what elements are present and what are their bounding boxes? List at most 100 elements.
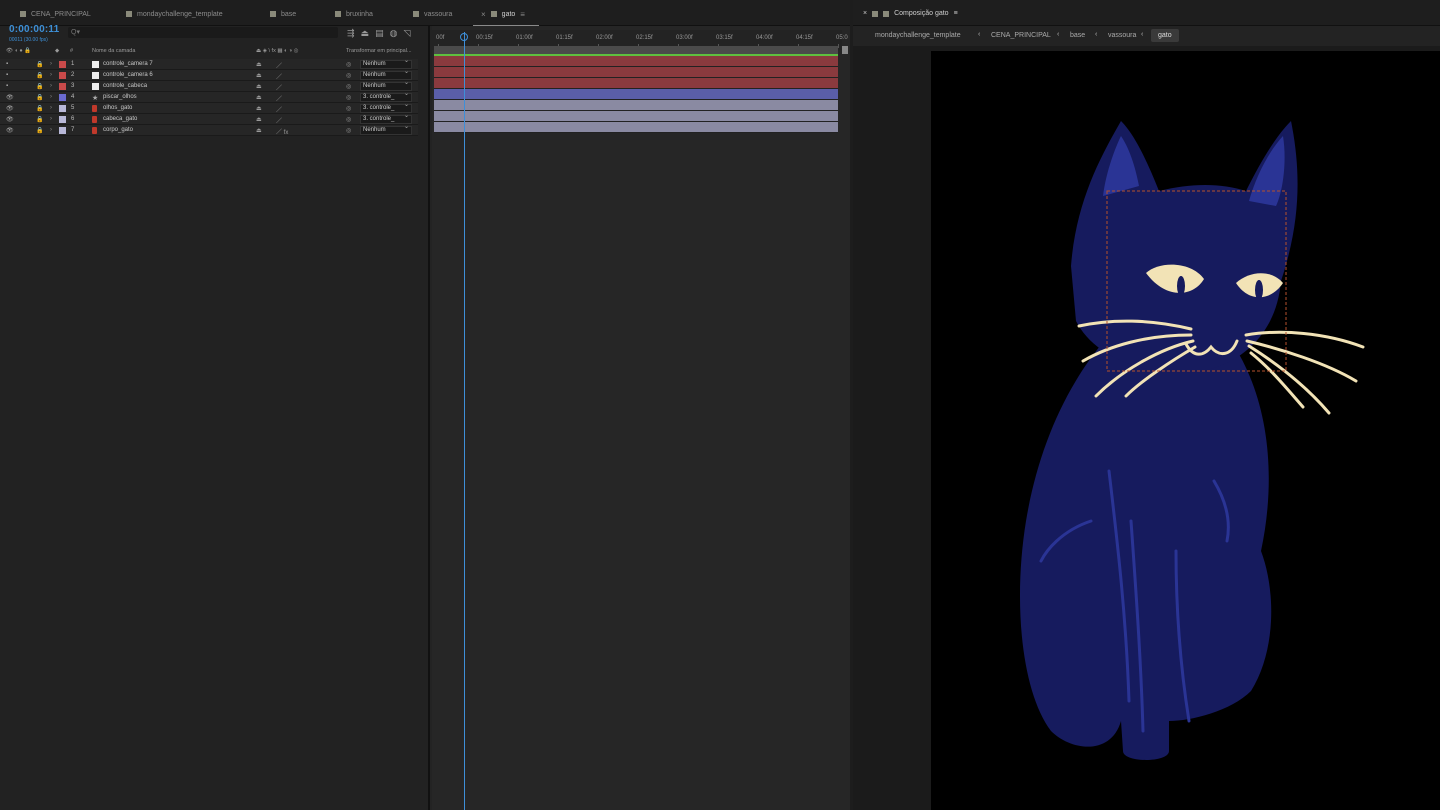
layer-name[interactable]: piscar_olhos [103,94,137,100]
tab-bruxinha[interactable]: bruxinha [335,7,373,21]
tab-base[interactable]: base [270,7,296,21]
layer-name[interactable]: olhos_gato [103,105,132,111]
layer-name[interactable]: controle_cabeca [103,83,147,89]
tab-mondaychallenge-template[interactable]: mondaychallenge_template [126,7,223,21]
lock-icon[interactable]: 🔒 [36,83,43,90]
layer-row[interactable]: 👁 🔒 › 5 olhos_gato ⏏ ／ ◎ 3. controle_ [0,102,418,114]
layer-duration-bar[interactable] [434,89,838,100]
graph-editor-icon[interactable]: ◹ [403,28,410,39]
lock-icon[interactable]: 🔒 [36,72,43,79]
current-time-indicator[interactable] [464,32,465,810]
chevron-right-icon[interactable]: › [50,116,52,122]
layer-row[interactable]: 👁 🔒 › 6 cabeca_gato ⏏ ／ ◎ 3. controle_ [0,113,418,125]
eye-icon[interactable]: 👁 [6,116,14,123]
work-area-bar[interactable] [434,46,838,54]
shy-switch-icon[interactable]: ⏏ [256,127,262,134]
eye-icon[interactable]: 👁 [6,94,14,101]
layer-name[interactable]: corpo_gato [103,127,133,133]
parent-select[interactable]: Nenhum [360,69,412,80]
tab-gato[interactable]: × gato ≡ [473,7,539,27]
eye-icon[interactable]: 👁 [6,127,14,134]
layer-row[interactable]: 👁 🔒 › 7 corpo_gato ⏏ ／ fx ◎ Nenhum [0,124,418,136]
label-color-swatch[interactable] [59,61,66,68]
lock-icon[interactable]: 🔒 [36,94,43,101]
pick-whip-icon[interactable]: ◎ [346,94,351,101]
layer-name-header[interactable]: Nome da camada [92,48,135,54]
layer-row[interactable]: ▪ 🔒 › 1 controle_camera 7 ⏏ ／ ◎ Nenhum [0,58,418,70]
pick-whip-icon[interactable]: ◎ [346,61,351,68]
lock-icon[interactable]: 🔒 [36,61,43,68]
eye-icon[interactable]: ▪ [6,83,8,89]
tab-composicao-gato[interactable]: × Composição gato ≡ [863,10,958,17]
parent-select[interactable]: Nenhum [360,124,412,135]
tab-cena-principal[interactable]: CENA_PRINCIPAL [20,7,91,21]
collapse-switch-icon[interactable]: ／ fx [276,127,288,136]
composition-canvas[interactable] [931,51,1440,810]
tab-vassoura[interactable]: vassoura [413,7,452,21]
collapse-switch-icon[interactable]: ／ [276,116,282,125]
chevron-right-icon[interactable]: › [50,61,52,67]
layer-duration-bar[interactable] [434,122,838,133]
chevron-right-icon[interactable]: › [50,72,52,78]
collapse-switch-icon[interactable]: ／ [276,61,282,70]
layer-search-input[interactable]: Q▾ [68,27,338,38]
layer-name[interactable]: controle_camera 7 [103,61,153,67]
playhead-handle-icon[interactable] [460,33,468,41]
close-icon[interactable]: × [863,10,867,17]
motion-blur-icon[interactable]: ◍ [390,28,398,39]
layer-name[interactable]: controle_camera 6 [103,72,153,78]
composition-viewer[interactable] [853,46,1440,810]
parent-select[interactable]: 3. controle_ [360,102,412,113]
pick-whip-icon[interactable]: ◎ [346,105,351,112]
pick-whip-icon[interactable]: ◎ [346,72,351,79]
parent-select[interactable]: Nenhum [360,58,412,69]
chevron-right-icon[interactable]: › [50,127,52,133]
shy-switch-icon[interactable]: ⏏ [256,83,262,90]
comp-mini-flowchart-icon[interactable]: ⇶ [347,28,355,39]
shy-switch-icon[interactable]: ⏏ [256,116,262,123]
collapse-switch-icon[interactable]: ／ [276,105,282,114]
current-timecode[interactable]: 0:00:00:11 [9,24,59,35]
layer-duration-bar[interactable] [434,111,838,122]
collapse-switch-icon[interactable]: ／ [276,83,282,92]
eye-icon[interactable]: ▪ [6,72,8,78]
layer-row[interactable]: ▪ 🔒 › 3 controle_cabeca ⏏ ／ ◎ Nenhum [0,80,418,92]
close-icon[interactable]: × [481,10,486,19]
label-color-swatch[interactable] [59,83,66,90]
chevron-right-icon[interactable]: › [50,105,52,111]
layer-duration-bar[interactable] [434,67,838,78]
label-color-swatch[interactable] [59,72,66,79]
shy-switch-icon[interactable]: ⏏ [256,72,262,79]
breadcrumb-gato[interactable]: gato [1151,29,1179,42]
layer-row[interactable]: 👁 🔒 › 4 ★ piscar_olhos ⏏ ／ ◎ 3. controle… [0,91,418,103]
parent-select[interactable]: 3. controle_ [360,113,412,124]
layer-duration-bar[interactable] [434,78,838,89]
parent-select[interactable]: 3. controle_ [360,91,412,102]
pick-whip-icon[interactable]: ◎ [346,116,351,123]
collapse-switch-icon[interactable]: ／ [276,72,282,81]
label-color-swatch[interactable] [59,116,66,123]
layer-duration-bar[interactable] [434,56,838,67]
chevron-right-icon[interactable]: › [50,94,52,100]
eye-icon[interactable]: 👁 [6,105,14,112]
lock-icon[interactable] [872,10,879,17]
lock-icon[interactable]: 🔒 [36,105,43,112]
lock-icon[interactable]: 🔒 [36,127,43,134]
label-color-swatch[interactable] [59,94,66,101]
parent-select[interactable]: Nenhum [360,80,412,91]
shy-layers-icon[interactable]: ⏏ [361,28,370,39]
label-color-swatch[interactable] [59,127,66,134]
collapse-switch-icon[interactable]: ／ [276,94,282,103]
frame-blending-icon[interactable]: ▤ [375,28,384,39]
chevron-right-icon[interactable]: › [50,83,52,89]
lock-icon[interactable]: 🔒 [36,116,43,123]
layer-row[interactable]: ▪ 🔒 › 2 controle_camera 6 ⏏ ／ ◎ Nenhum [0,69,418,81]
layer-name[interactable]: cabeca_gato [103,116,137,122]
shy-switch-icon[interactable]: ⏏ [256,94,262,101]
layer-duration-bar[interactable] [434,100,838,111]
pick-whip-icon[interactable]: ◎ [346,83,351,90]
breadcrumb-mondaychallenge-template[interactable]: mondaychallenge_template [875,32,961,39]
menu-icon[interactable]: ≡ [520,10,525,19]
breadcrumb-vassoura[interactable]: vassoura [1108,32,1136,39]
work-area-end-handle[interactable] [842,46,848,54]
